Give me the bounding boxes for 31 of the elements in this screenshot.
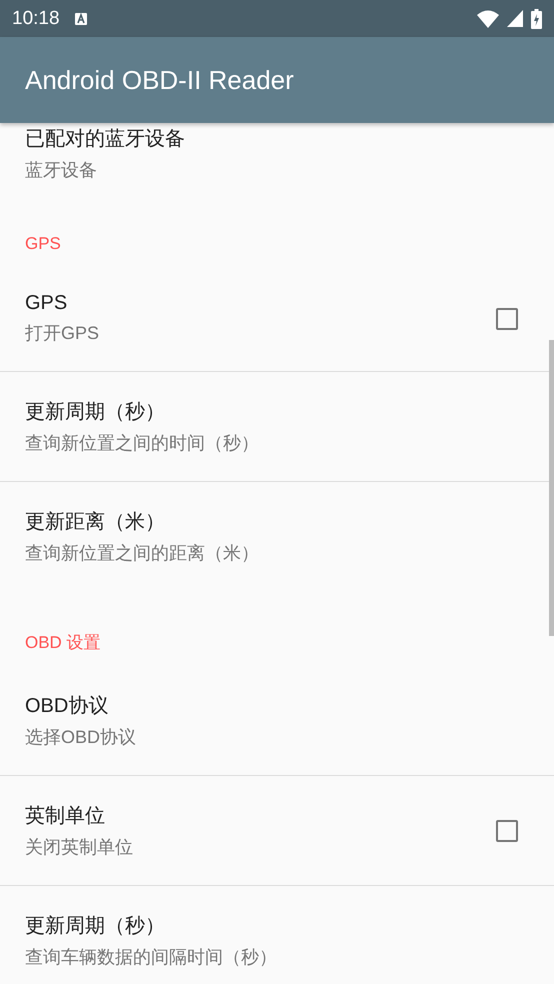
preference-item[interactable]: 更新周期（秒） 查询新位置之间的时间（秒） bbox=[0, 372, 548, 481]
preference-item[interactable]: OBD协议 选择OBD协议 bbox=[0, 666, 548, 775]
preference-item[interactable]: 已配对的蓝牙设备 蓝牙设备 bbox=[0, 123, 548, 194]
signal-icon bbox=[507, 10, 523, 27]
preference-summary: 选择OBD协议 bbox=[25, 726, 138, 749]
wifi-icon bbox=[477, 10, 499, 28]
preference-item[interactable]: 更新距离（米） 查询新位置之间的距离（米） bbox=[0, 482, 548, 591]
category-header: GPS bbox=[24, 233, 62, 255]
preference-summary: 打开GPS bbox=[25, 322, 100, 345]
preference-summary: 查询车辆数据的间隔时间（秒） bbox=[25, 946, 278, 969]
category-header: OBD 设置 bbox=[24, 632, 102, 654]
checkbox[interactable] bbox=[496, 308, 518, 330]
preference-item[interactable]: 更新周期（秒） 查询车辆数据的间隔时间（秒） bbox=[0, 886, 548, 984]
notification-icon bbox=[74, 12, 88, 26]
preference-title: 英制单位 bbox=[25, 804, 106, 829]
preference-summary: 查询新位置之间的距离（米） bbox=[25, 542, 260, 565]
checkbox[interactable] bbox=[496, 820, 518, 842]
preference-summary: 蓝牙设备 bbox=[25, 159, 98, 182]
preference-title: 已配对的蓝牙设备 bbox=[25, 127, 186, 152]
status-time: 10:18 bbox=[12, 8, 60, 30]
preference-item[interactable]: GPS 打开GPS bbox=[0, 266, 548, 371]
preference-summary: 关闭英制单位 bbox=[25, 836, 134, 859]
preference-title: OBD协议 bbox=[25, 694, 110, 719]
preference-title: 更新距离（米） bbox=[25, 510, 166, 535]
app-title: Android OBD-II Reader bbox=[25, 64, 294, 96]
preference-title: 更新周期（秒） bbox=[25, 400, 166, 425]
preference-item[interactable]: 英制单位 关闭英制单位 bbox=[0, 776, 548, 885]
preference-summary: 查询新位置之间的时间（秒） bbox=[25, 432, 260, 455]
preference-title: 更新周期（秒） bbox=[25, 914, 166, 939]
preference-title: GPS bbox=[25, 292, 68, 315]
battery-icon bbox=[531, 8, 542, 28]
